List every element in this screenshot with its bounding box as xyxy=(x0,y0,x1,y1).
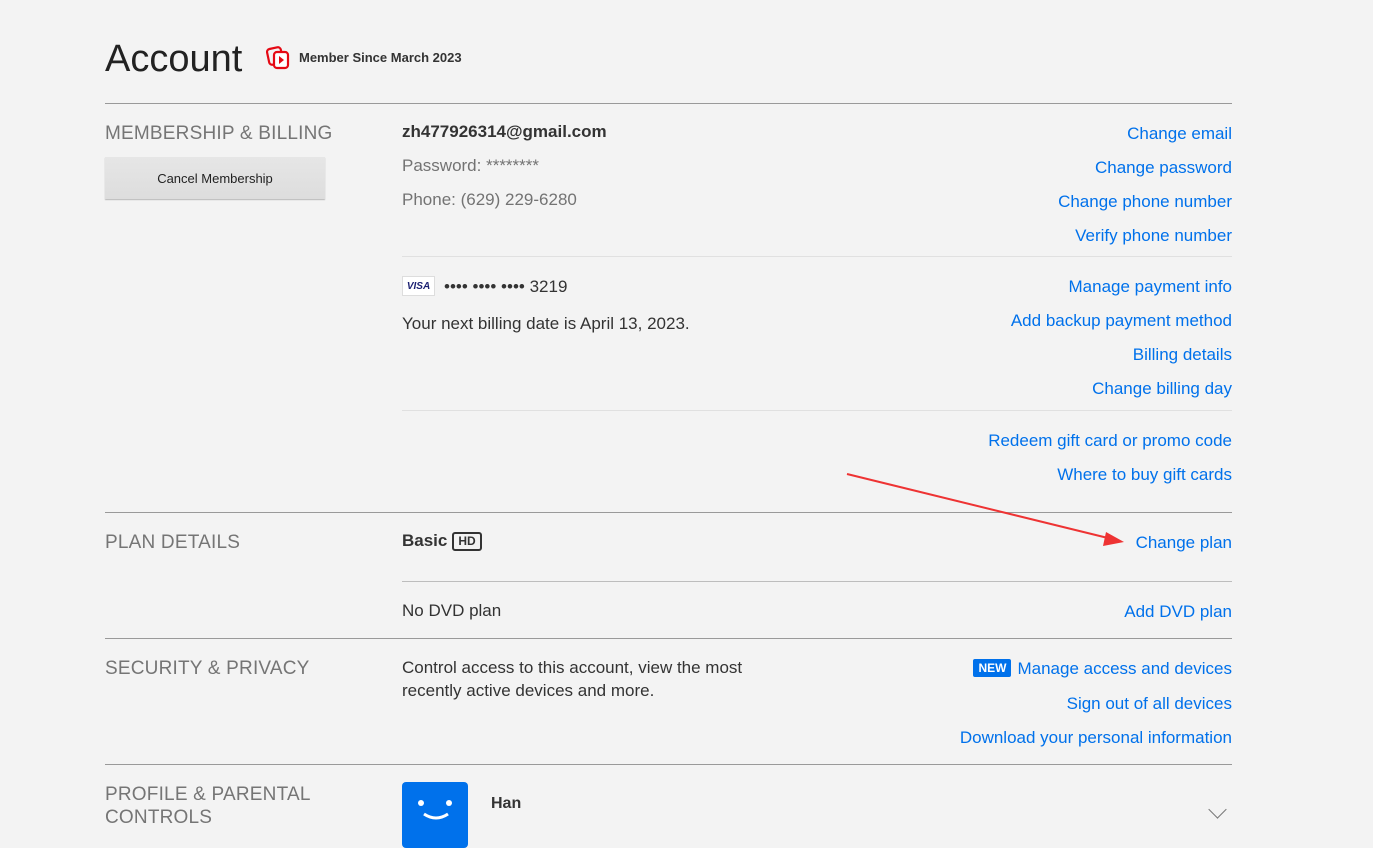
profile-name: Han xyxy=(491,795,522,812)
subsection-divider xyxy=(402,581,1232,582)
profile-section-label-line2: CONTROLS xyxy=(105,807,213,828)
cancel-membership-button[interactable]: Cancel Membership xyxy=(105,157,325,199)
avatar-eye-icon xyxy=(446,800,452,806)
change-phone-link[interactable]: Change phone number xyxy=(1058,192,1232,212)
visa-card-icon: VISA xyxy=(402,276,435,296)
avatar-eye-icon xyxy=(418,800,424,806)
subsection-divider xyxy=(402,256,1232,257)
next-billing-date: Your next billing date is April 13, 2023… xyxy=(402,314,690,333)
profile-section-label-line1: PROFILE & PARENTAL xyxy=(105,784,311,805)
change-password-link[interactable]: Change password xyxy=(1095,158,1232,178)
add-dvd-plan-link[interactable]: Add DVD plan xyxy=(1124,602,1232,622)
membership-section-label: MEMBERSHIP & BILLING xyxy=(105,123,333,144)
security-description-line2: recently active devices and more. xyxy=(402,681,655,700)
change-plan-link[interactable]: Change plan xyxy=(1136,533,1232,553)
section-divider xyxy=(105,764,1232,765)
subsection-divider xyxy=(402,410,1232,411)
download-personal-info-link[interactable]: Download your personal information xyxy=(960,728,1232,748)
verify-phone-link[interactable]: Verify phone number xyxy=(1075,226,1232,246)
chevron-down-icon[interactable] xyxy=(1208,800,1227,819)
account-password: Password: ******** xyxy=(402,156,540,175)
hd-badge: HD xyxy=(452,532,482,551)
card-number: •••• •••• •••• 3219 xyxy=(444,277,568,296)
security-description-line1: Control access to this account, view the… xyxy=(402,658,743,677)
section-divider xyxy=(105,103,1232,104)
account-phone: Phone: (629) 229-6280 xyxy=(402,190,577,209)
page-title: Account xyxy=(105,38,243,80)
where-to-buy-gift-cards-link[interactable]: Where to buy gift cards xyxy=(1057,465,1232,485)
member-since-label: Member Since March 2023 xyxy=(299,50,462,65)
plan-name-row: Basic HD xyxy=(402,531,482,551)
manage-access-link[interactable]: NEW Manage access and devices xyxy=(973,659,1232,679)
plan-section-label: PLAN DETAILS xyxy=(105,532,241,553)
redeem-gift-card-link[interactable]: Redeem gift card or promo code xyxy=(988,431,1232,451)
add-backup-payment-link[interactable]: Add backup payment method xyxy=(1011,311,1232,331)
section-divider xyxy=(105,638,1232,639)
manage-access-label: Manage access and devices xyxy=(1017,659,1232,678)
billing-details-link[interactable]: Billing details xyxy=(1133,345,1232,365)
profile-avatar[interactable] xyxy=(402,782,468,848)
security-section-label: SECURITY & PRIVACY xyxy=(105,658,310,679)
avatar-smile-icon xyxy=(423,812,449,820)
section-divider xyxy=(105,512,1232,513)
new-badge: NEW xyxy=(973,659,1012,677)
plan-name: Basic xyxy=(402,531,448,550)
change-billing-day-link[interactable]: Change billing day xyxy=(1092,379,1232,399)
manage-payment-link[interactable]: Manage payment info xyxy=(1069,277,1233,297)
member-since-icon xyxy=(266,46,290,70)
dvd-plan-status: No DVD plan xyxy=(402,601,502,620)
change-email-link[interactable]: Change email xyxy=(1127,124,1232,144)
account-email: zh477926314@gmail.com xyxy=(402,122,607,141)
sign-out-all-devices-link[interactable]: Sign out of all devices xyxy=(1067,694,1232,714)
